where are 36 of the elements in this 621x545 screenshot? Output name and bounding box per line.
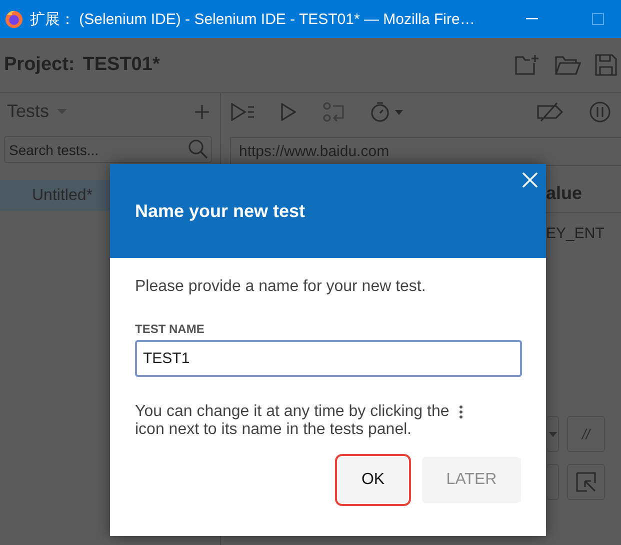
- project-label: Project:: [4, 54, 75, 76]
- select-element-button[interactable]: [567, 464, 605, 500]
- hint-text: icon next to its name in the tests panel.: [135, 421, 413, 439]
- play-icon[interactable]: [281, 102, 297, 120]
- disable-breakpoints-icon[interactable]: [537, 102, 563, 122]
- folder-icon[interactable]: [555, 54, 581, 76]
- search-field[interactable]: Search tests...: [4, 136, 212, 163]
- dialog-title: Name your new test: [135, 200, 306, 222]
- test-name-field[interactable]: TEST1: [135, 340, 522, 377]
- close-icon[interactable]: [522, 172, 538, 188]
- save-icon[interactable]: [595, 54, 617, 76]
- field-label: TEST NAME: [135, 322, 206, 336]
- table-cell: EY_ENT: [546, 224, 604, 242]
- ok-button[interactable]: OK: [338, 457, 408, 503]
- step-icon[interactable]: [323, 102, 345, 122]
- project-name[interactable]: TEST01*: [82, 54, 160, 76]
- timer-icon[interactable]: [371, 100, 403, 122]
- maximize-icon[interactable]: [592, 13, 604, 25]
- new-folder-icon[interactable]: [515, 54, 541, 76]
- add-icon[interactable]: [194, 104, 210, 120]
- test-item[interactable]: Untitled*: [0, 180, 110, 211]
- browser-logo-icon: [4, 9, 24, 29]
- more-options-icon: [459, 405, 464, 419]
- pause-icon[interactable]: [589, 100, 611, 122]
- minimize-icon[interactable]: [526, 18, 538, 20]
- caret-icon: [548, 432, 556, 436]
- prompt-text: Please provide a name for your new test.: [135, 278, 427, 296]
- column-header: alue: [546, 182, 582, 204]
- cursor-icon: [576, 472, 596, 492]
- run-all-icon[interactable]: [231, 102, 255, 120]
- hint-text: You can change it at any time by clicking the: [135, 403, 450, 421]
- search-icon[interactable]: [188, 139, 208, 159]
- comment-button[interactable]: //: [567, 416, 605, 452]
- tool-button[interactable]: [547, 464, 559, 500]
- caret-button[interactable]: [547, 416, 559, 452]
- window-title: 扩展： (Selenium IDE) - Selenium IDE - TEST01* — Mozilla Fire…: [30, 10, 476, 28]
